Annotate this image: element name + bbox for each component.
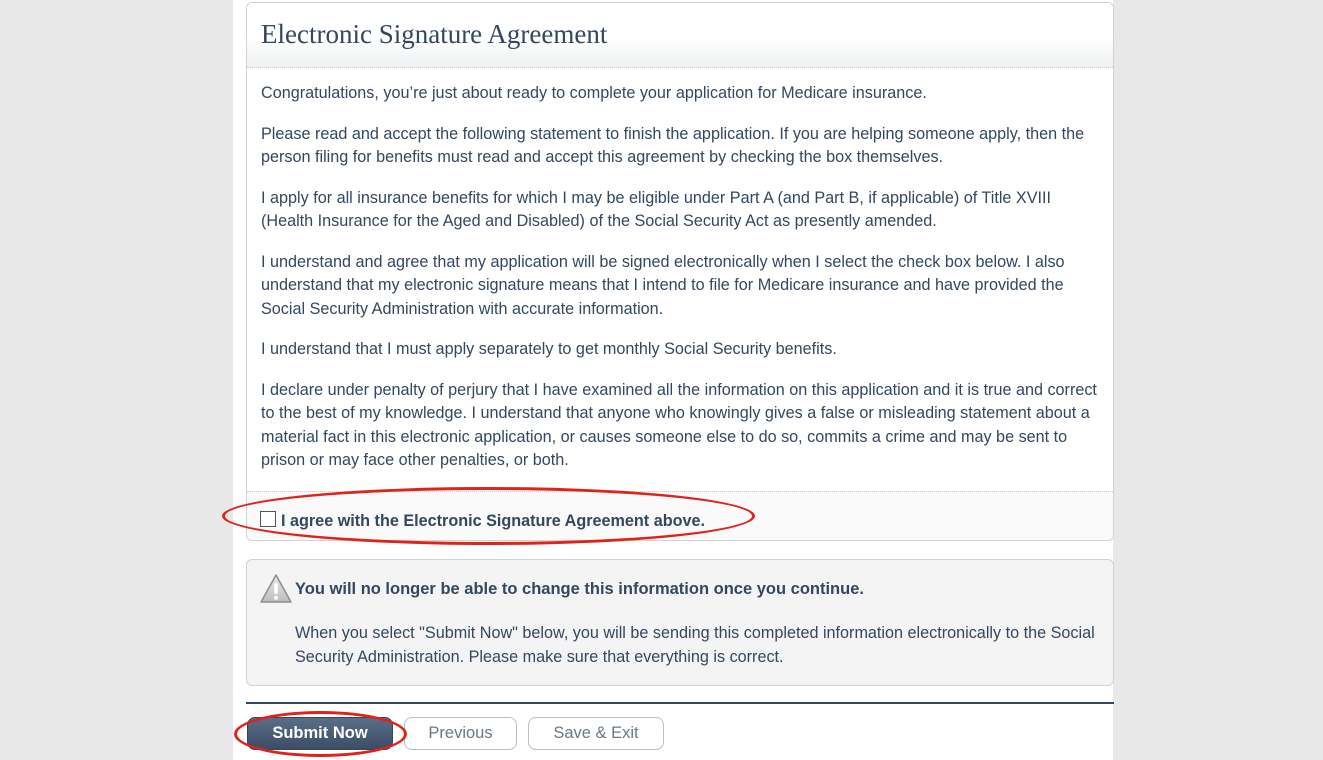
signature-agreement-panel: Electronic Signature Agreement Congratul… bbox=[246, 2, 1114, 541]
warning-title: You will no longer be able to change thi… bbox=[295, 580, 864, 598]
warning-triangle-icon bbox=[260, 574, 292, 603]
agreement-header: Electronic Signature Agreement bbox=[247, 3, 1113, 68]
agreement-paragraph-electronic-signature: I understand and agree that my applicati… bbox=[261, 252, 1065, 318]
agreement-paragraph-monthly-benefits: I understand that I must apply separatel… bbox=[261, 340, 837, 358]
agreement-paragraph-congratulations: Congratulations, you’re just about ready… bbox=[261, 84, 927, 102]
agreement-checkbox-row[interactable]: I agree with the Electronic Signature Ag… bbox=[247, 491, 1113, 540]
left-background-margin bbox=[0, 0, 233, 760]
right-background-margin bbox=[1113, 0, 1323, 760]
page-title: Electronic Signature Agreement bbox=[261, 19, 608, 49]
save-exit-button[interactable]: Save & Exit bbox=[528, 717, 664, 750]
warning-panel: You will no longer be able to change thi… bbox=[246, 559, 1114, 686]
agree-checkbox[interactable] bbox=[260, 511, 276, 527]
agreement-body: Congratulations, you’re just about ready… bbox=[247, 68, 1113, 473]
warning-text: When you select "Submit Now" below, you … bbox=[295, 624, 1095, 666]
agreement-paragraph-instructions: Please read and accept the following sta… bbox=[261, 124, 1085, 167]
button-divider bbox=[246, 702, 1114, 704]
previous-button[interactable]: Previous bbox=[404, 717, 517, 750]
agree-checkbox-label[interactable]: I agree with the Electronic Signature Ag… bbox=[281, 512, 705, 531]
page-content: Electronic Signature Agreement Congratul… bbox=[233, 0, 1114, 760]
submit-now-button[interactable]: Submit Now bbox=[247, 717, 393, 750]
agreement-paragraph-perjury: I declare under penalty of perjury that … bbox=[261, 380, 1097, 470]
agreement-paragraph-apply: I apply for all insurance benefits for w… bbox=[261, 188, 1052, 231]
